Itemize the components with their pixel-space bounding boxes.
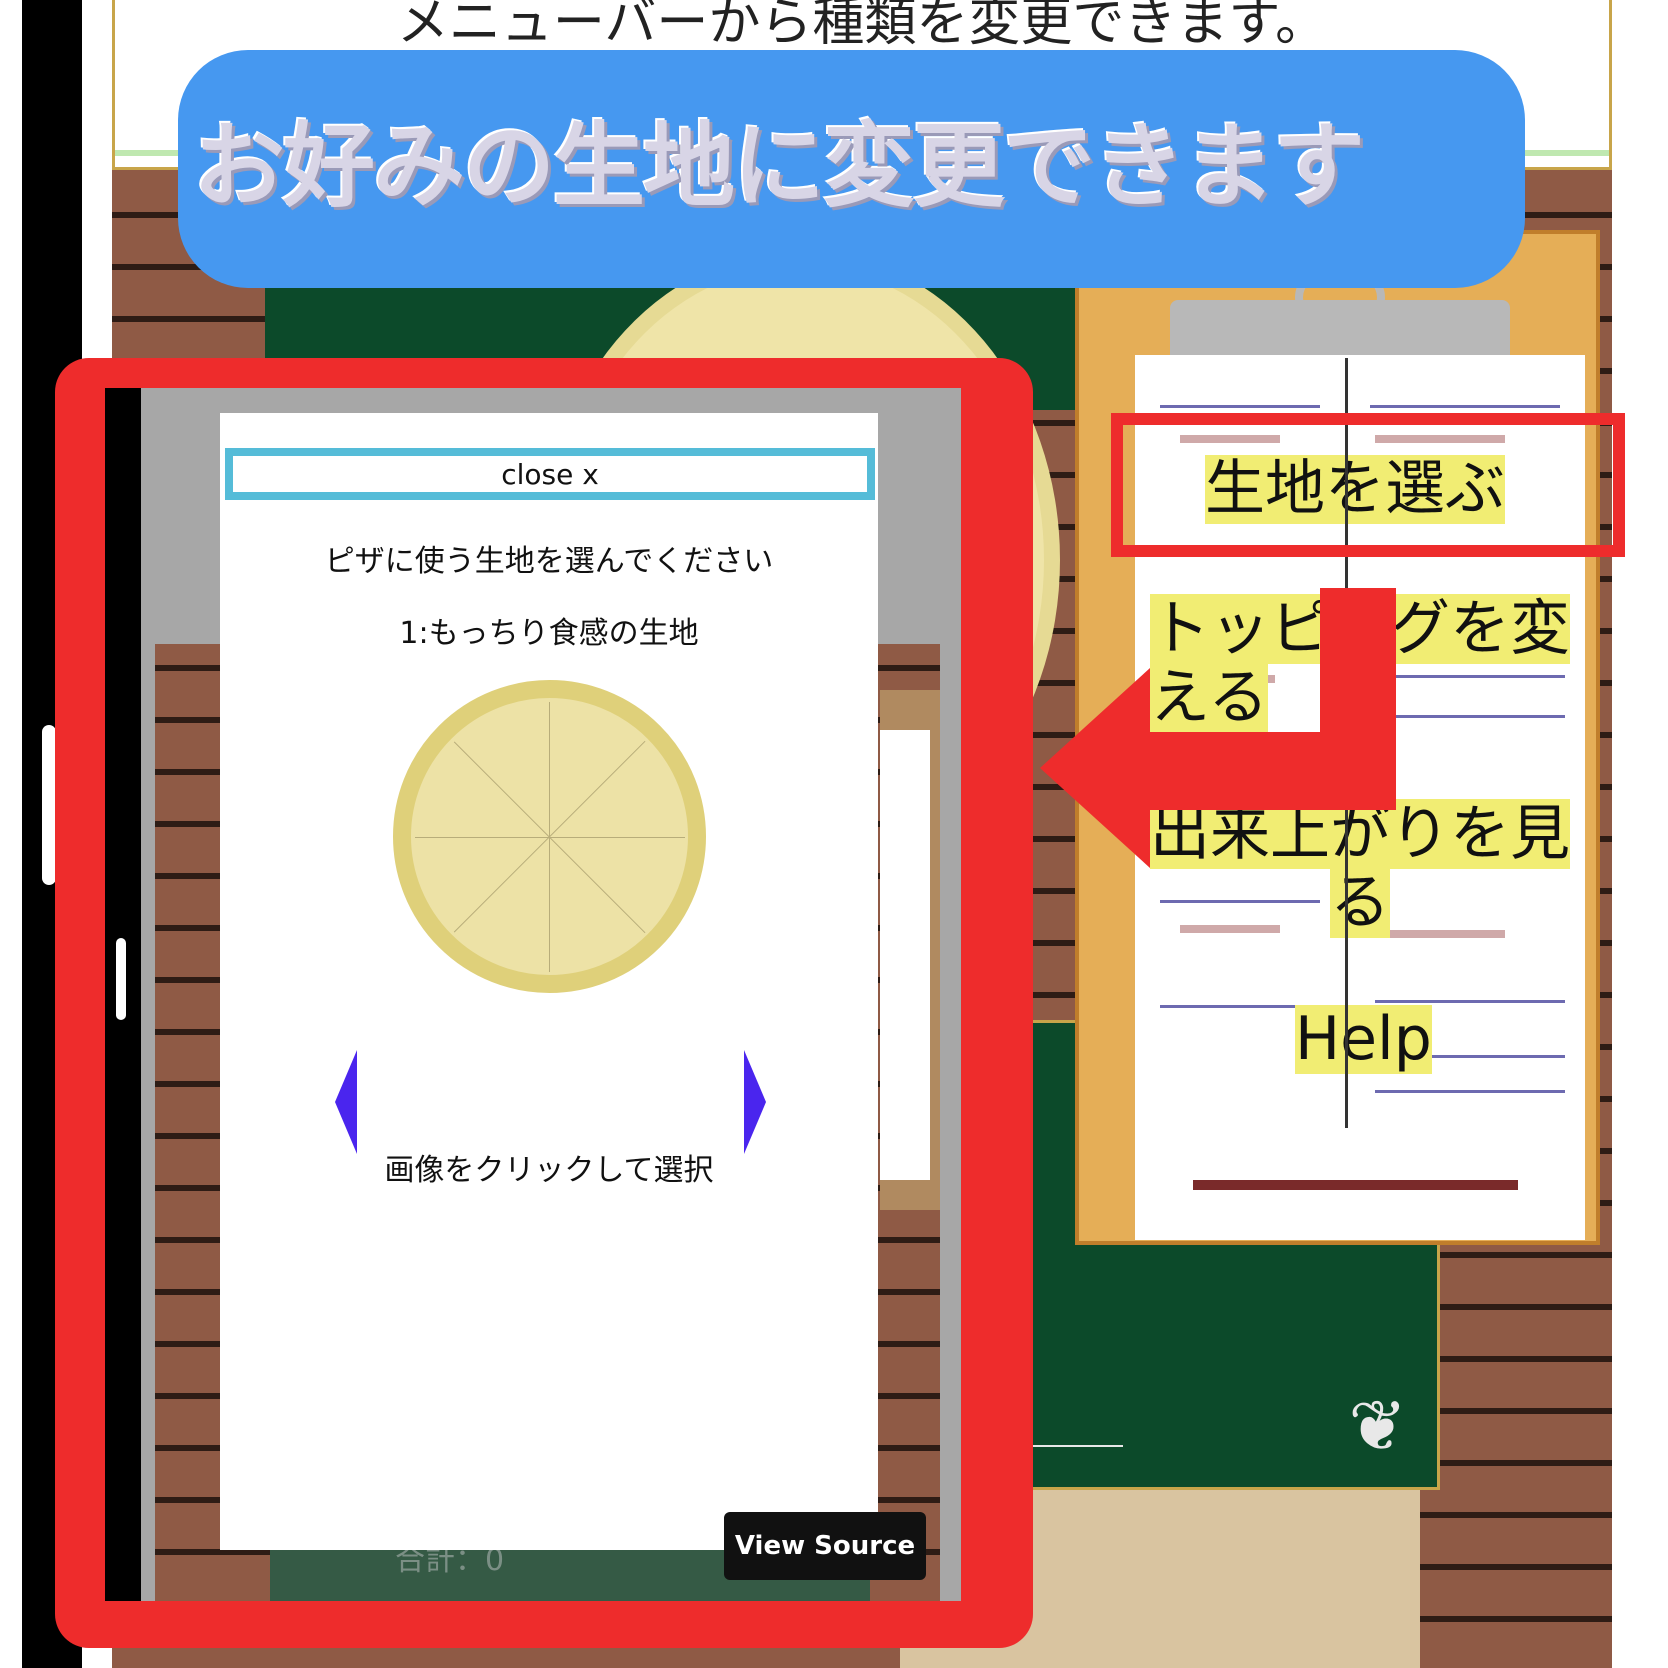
menu-highlight-box [1111, 413, 1625, 557]
prev-arrow-icon[interactable] [335, 1050, 357, 1154]
select-instruction: 画像をクリックして選択 [384, 1153, 714, 1188]
decor-line [1370, 405, 1560, 408]
device-side-button [42, 725, 56, 885]
decor-line [1375, 1090, 1565, 1093]
dough-image[interactable] [393, 680, 706, 993]
menu-bottom-bar [1193, 1180, 1518, 1190]
annotation-arrow-head-icon [1040, 668, 1150, 868]
annotation-arrow-body [1140, 732, 1396, 810]
view-source-button[interactable]: View Source [724, 1512, 926, 1580]
decor-line [1375, 1000, 1565, 1003]
vine-decoration-icon: ❦ [1348, 1385, 1407, 1467]
next-arrow-icon[interactable] [744, 1050, 766, 1154]
app-menu-paper [880, 730, 930, 1180]
top-banner-text: メニューバーから種類を変更できます。 [396, 0, 1328, 53]
callout-text: お好みの生地に変更できます [192, 113, 1365, 220]
menu-item-result-label: 出来上がりを見る [1150, 799, 1570, 938]
menu-item-help[interactable]: Help [1295, 1005, 1432, 1074]
dough-option-label: 1:もっちり食感の生地 [399, 616, 699, 651]
app-right-strip [940, 388, 961, 1601]
app-left-strip [141, 388, 155, 1601]
close-button[interactable]: close x [225, 448, 875, 500]
decor-line [1160, 405, 1320, 408]
clip-top [1170, 300, 1510, 360]
inner-device-button [116, 938, 126, 1020]
modal-prompt: ピザに使う生地を選んでください [324, 544, 774, 579]
menu-item-result[interactable]: 出来上がりを見る [1150, 799, 1570, 938]
